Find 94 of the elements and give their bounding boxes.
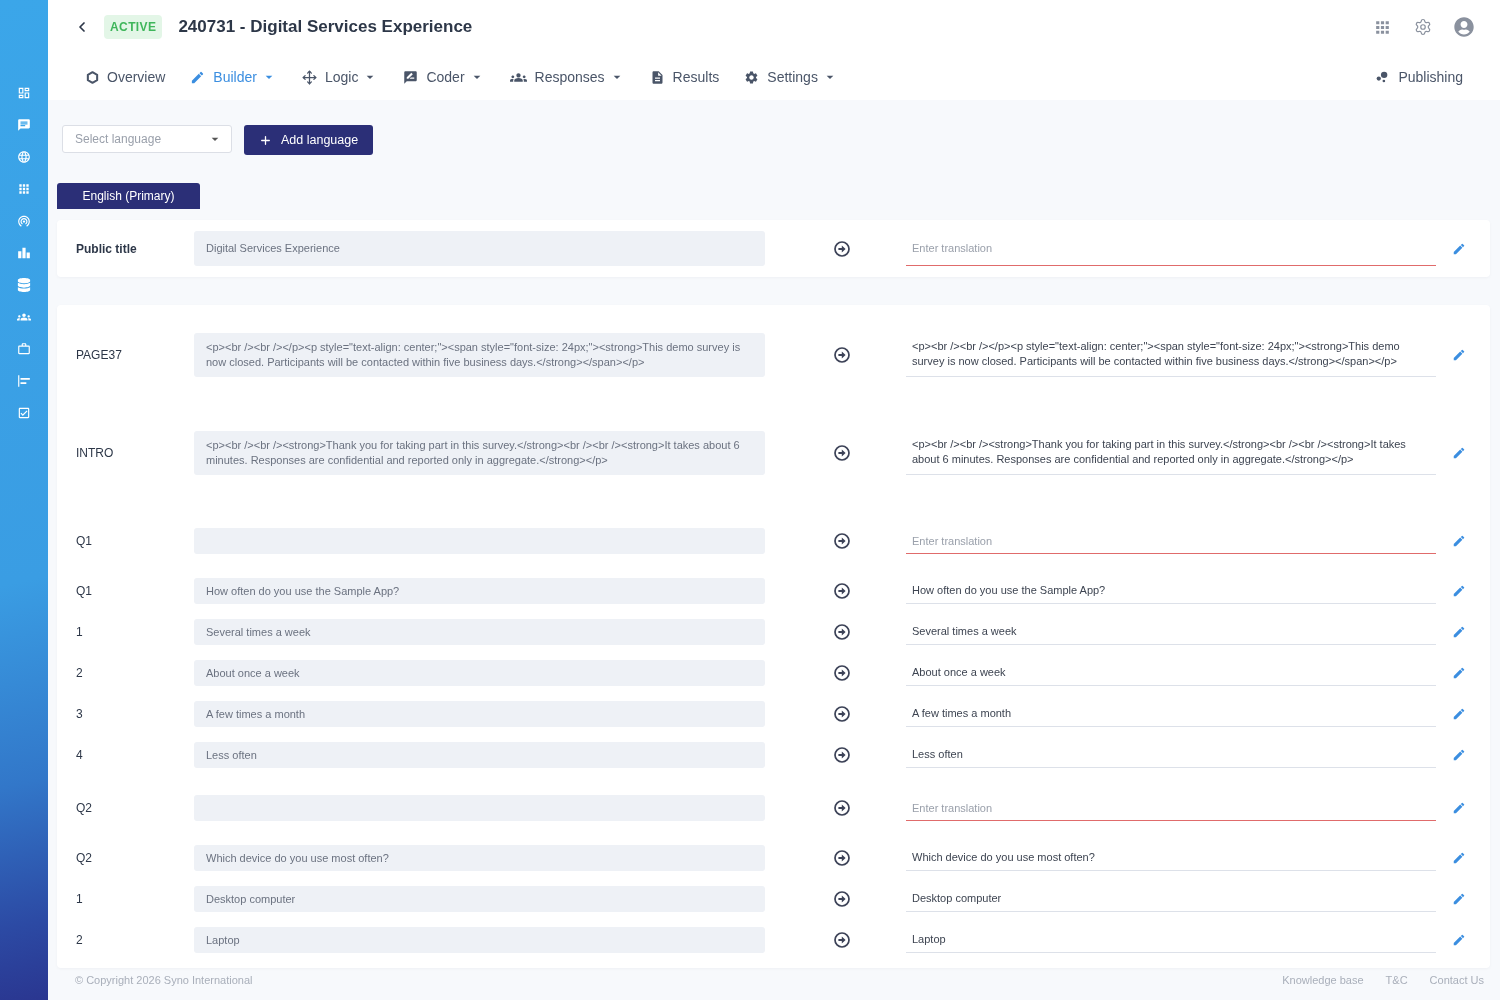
row-label: 4 [76,747,83,762]
row-label: PAGE37 [76,347,122,362]
row-label: Q2 [76,801,92,815]
pencil-icon[interactable] [1452,624,1466,639]
checkbox-icon[interactable] [17,406,31,420]
row-label: Public title [76,241,137,256]
source-field: Several times a week [194,618,765,645]
source-field: <p><br /><br /></p><p style="text-align: center;"><span style="font-size: 24px;"><strong>This demo survey is now closed. Participants will be contacted within five business days.</strong></span></p> [194,332,765,377]
pencil-icon[interactable] [1452,583,1466,598]
globe-icon[interactable] [17,150,31,164]
nav-tab[interactable]: Coder [403,69,485,85]
source-field: Laptop [194,926,765,953]
arrow-circle-icon[interactable] [834,623,850,640]
translation-field[interactable]: <p><br /><br /></p><p style="text-align: center;"><span style="font-size: 24px;"><strong>This demo survey is now closed. Participants will be contacted within five business days.</strong></span></p> [906,332,1436,377]
arrow-circle-icon[interactable] [834,444,850,461]
pencil-icon[interactable] [1452,706,1466,721]
row-label: 3 [76,706,83,721]
publishing-tab[interactable]: Publishing [1374,69,1463,85]
translation-field[interactable]: How often do you use the Sample App? [906,577,1436,604]
arrow-circle-icon[interactable] [834,800,850,816]
translation-field[interactable]: Desktop computer [906,885,1436,912]
arrow-circle-icon[interactable] [834,240,850,257]
nav-tab[interactable]: Logic [301,69,379,85]
gear-icon [744,69,760,85]
row-label: INTRO [76,445,114,460]
database-icon[interactable] [17,278,31,292]
arrow-circle-icon[interactable] [834,582,850,599]
pencil-icon[interactable] [1452,850,1466,865]
settings-icon[interactable] [1414,18,1432,36]
row-label: 1 [76,624,83,639]
source-field: Desktop computer [194,885,765,912]
plus-icon [259,133,272,147]
grid-icon[interactable] [17,182,31,196]
row-label: Q2 [76,850,92,865]
source-field: <p><br /><br /><strong>Thank you for taking part in this survey.</strong><br /><br /><strong>It takes about 6 minutes. Responses are confidential and reported only in aggregate.</strong></p> [194,430,765,475]
translation-field[interactable]: Enter translation [906,528,1436,554]
translation-field[interactable]: Which device do you use most often? [906,844,1436,871]
pencil-icon[interactable] [1452,932,1466,947]
move-arrows-icon [301,69,317,85]
arrow-circle-icon[interactable] [834,890,850,907]
comment-edit-icon [403,69,419,85]
chat-icon[interactable] [17,118,31,132]
pencil-icon[interactable] [1452,891,1466,906]
nav-tab[interactable]: Overview [86,69,166,85]
translation-field[interactable]: A few times a month [906,700,1436,727]
arrow-circle-icon[interactable] [834,746,850,763]
translation-field[interactable]: Several times a week [906,618,1436,645]
arrow-circle-icon[interactable] [834,705,850,722]
row-label: Q1 [76,583,92,598]
translation-field[interactable]: Laptop [906,926,1436,953]
source-field: Less often [194,741,765,768]
row-label: 2 [76,932,83,947]
row-label: 1 [76,891,83,906]
nav-tab[interactable]: Results [649,69,720,85]
broadcast-icon[interactable] [17,214,31,228]
arrow-circle-icon[interactable] [834,533,850,549]
briefcase-icon[interactable] [17,342,31,356]
pencil-icon[interactable] [1452,801,1466,815]
source-field: About once a week [194,659,765,686]
source-field: Digital Services Experience [194,231,765,266]
pencil-icon[interactable] [1452,534,1466,548]
pencil-icon[interactable] [1452,347,1466,362]
user-avatar-icon[interactable] [1454,17,1474,37]
nav-tab[interactable]: Builder [190,69,277,85]
row-label: Q1 [76,534,92,548]
survey-title: 240731 - Digital Services Experience [178,17,473,37]
pencil-icon[interactable] [1452,241,1466,256]
hexagon-icon [86,70,99,84]
arrow-circle-icon[interactable] [834,346,850,363]
pencil-icon [190,69,206,85]
pencil-icon[interactable] [1452,665,1466,680]
source-field: Which device do you use most often? [194,844,765,871]
row-label: 2 [76,665,83,680]
arrow-circle-icon[interactable] [834,664,850,681]
pencil-icon[interactable] [1452,445,1466,460]
arrow-circle-icon[interactable] [834,849,850,866]
status-badge: ACTIVE [104,15,163,39]
source-field: How often do you use the Sample App? [194,577,765,604]
arrow-circle-icon[interactable] [834,931,850,948]
translation-field[interactable]: <p><br /><br /><strong>Thank you for taking part in this survey.</strong><br /><br /><strong>It takes about 6 minutes. Responses are confidential and reported only in aggregate.</strong></p> [906,430,1436,475]
bar-chart-icon[interactable] [17,246,31,260]
pencil-icon[interactable] [1452,747,1466,762]
nav-tab[interactable]: Responses [509,68,625,86]
add-language-button[interactable]: Add language [244,125,374,155]
language-tab[interactable]: English (Primary) [57,183,200,209]
align-left-icon[interactable] [17,374,31,388]
translation-field[interactable]: About once a week [906,659,1436,686]
translation-field[interactable]: Enter translation [906,795,1436,821]
dashboard-icon[interactable] [17,86,31,100]
nav-tab[interactable]: Settings [744,69,838,85]
source-field: A few times a month [194,700,765,727]
translation-field[interactable]: Less often [906,741,1436,768]
copyright-text: © Copyright 2026 Syno International [75,974,253,986]
translation-field[interactable]: Enter translation [906,231,1436,266]
